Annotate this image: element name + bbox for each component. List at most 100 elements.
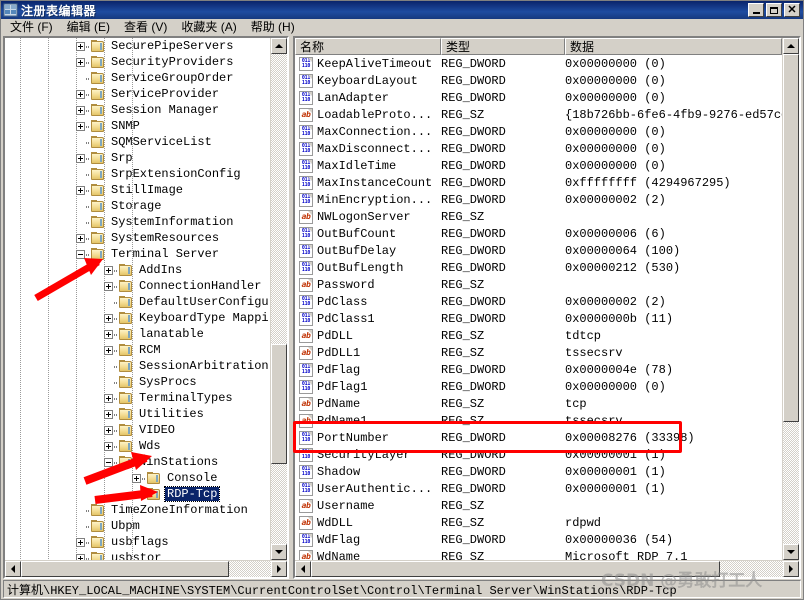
tree-expand-icon[interactable]: [104, 329, 113, 339]
tree-expand-icon[interactable]: [76, 553, 85, 560]
table-row[interactable]: ab WdName REG_SZ Microsoft RDP 7.1: [295, 548, 782, 560]
tree-expand-icon[interactable]: [104, 345, 113, 355]
tree-node-snmp[interactable]: SNMP: [5, 118, 270, 134]
tree-node-srpextensionconfig[interactable]: SrpExtensionConfig: [5, 166, 270, 182]
menu-item-2[interactable]: 查看 (V): [117, 19, 174, 36]
tree-expand-icon[interactable]: [132, 473, 141, 483]
tree-node-securepipeservers[interactable]: SecurePipeServers: [5, 38, 270, 54]
list-scroll-down-button[interactable]: [783, 544, 799, 560]
table-row[interactable]: 011 110 MinEncryption... REG_DWORD 0x0000000…: [295, 191, 782, 208]
table-row[interactable]: 011 110 WdFlag REG_DWORD 0x00000036 (54): [295, 531, 782, 548]
tree-horizontal-scrollbar[interactable]: [5, 560, 287, 577]
list-hscroll-thumb[interactable]: [311, 561, 720, 577]
tree-node-rcm[interactable]: RCM: [5, 342, 270, 358]
menu-item-1[interactable]: 编辑 (E): [60, 19, 117, 36]
table-row[interactable]: 011 110 OutBufDelay REG_DWORD 0x00000064 (10…: [295, 242, 782, 259]
tree-node-serviceprovider[interactable]: ServiceProvider: [5, 86, 270, 102]
list-scroll-track[interactable]: [783, 54, 799, 544]
registry-tree[interactable]: SecurePipeServers SecurityProviders Servic…: [5, 38, 270, 560]
list-vertical-scrollbar[interactable]: [782, 38, 799, 560]
table-row[interactable]: 011 110 PdFlag REG_DWORD 0x0000004e (78): [295, 361, 782, 378]
tree-vertical-scrollbar[interactable]: [270, 38, 287, 560]
menu-item-4[interactable]: 帮助 (H): [244, 19, 302, 36]
tree-collapse-icon[interactable]: [104, 457, 113, 467]
tree-expand-icon[interactable]: [76, 537, 85, 547]
tree-scroll-right-button[interactable]: [271, 561, 287, 577]
tree-expand-icon[interactable]: [76, 41, 85, 51]
tree-node-terminaltypes[interactable]: TerminalTypes: [5, 390, 270, 406]
table-row[interactable]: 011 110 UserAuthentic... REG_DWORD 0x0000000…: [295, 480, 782, 497]
table-row[interactable]: 011 110 MaxConnection... REG_DWORD 0x0000000…: [295, 123, 782, 140]
tree-expand-icon[interactable]: [76, 233, 85, 243]
tree-node-winstations[interactable]: WinStations: [5, 454, 270, 470]
tree-scroll-thumb[interactable]: [271, 344, 287, 464]
minimize-button[interactable]: [748, 3, 764, 17]
table-row[interactable]: 011 110 MaxIdleTime REG_DWORD 0x00000000 (0): [295, 157, 782, 174]
column-header-data[interactable]: 数据: [565, 38, 782, 55]
table-row[interactable]: ab Username REG_SZ: [295, 497, 782, 514]
tree-node-systemresources[interactable]: SystemResources: [5, 230, 270, 246]
tree-expand-icon[interactable]: [104, 265, 113, 275]
list-scroll-up-button[interactable]: [783, 38, 799, 54]
close-button[interactable]: ✕: [784, 3, 800, 17]
list-horizontal-scrollbar[interactable]: [295, 560, 799, 577]
tree-expand-icon[interactable]: [76, 121, 85, 131]
tree-scroll-down-button[interactable]: [271, 544, 287, 560]
table-row[interactable]: 011 110 OutBufCount REG_DWORD 0x00000006 (6): [295, 225, 782, 242]
list-scroll-left-button[interactable]: [295, 561, 311, 577]
tree-node-securityproviders[interactable]: SecurityProviders: [5, 54, 270, 70]
tree-expand-icon[interactable]: [76, 105, 85, 115]
table-row[interactable]: 011 110 KeyboardLayout REG_DWORD 0x00000000 …: [295, 72, 782, 89]
tree-node-ubpm[interactable]: Ubpm: [5, 518, 270, 534]
tree-expand-icon[interactable]: [76, 185, 85, 195]
tree-node-storage[interactable]: Storage: [5, 198, 270, 214]
table-row[interactable]: 011 110 MaxDisconnect... REG_DWORD 0x0000000…: [295, 140, 782, 157]
table-row[interactable]: 011 110 SecurityLayer REG_DWORD 0x00000001 (…: [295, 446, 782, 463]
tree-expand-icon[interactable]: [104, 425, 113, 435]
tree-node-wds[interactable]: Wds: [5, 438, 270, 454]
tree-node-terminal-server[interactable]: Terminal Server: [5, 246, 270, 262]
column-header-type[interactable]: 类型: [441, 38, 565, 55]
tree-node-session-manager[interactable]: Session Manager: [5, 102, 270, 118]
column-header-name[interactable]: 名称: [295, 38, 441, 55]
table-row[interactable]: 011 110 OutBufLength REG_DWORD 0x00000212 (5…: [295, 259, 782, 276]
table-row[interactable]: ab PdName REG_SZ tcp: [295, 395, 782, 412]
table-row[interactable]: 011 110 PortNumber REG_DWORD 0x00008276 (333…: [295, 429, 782, 446]
tree-scroll-left-button[interactable]: [5, 561, 21, 577]
tree-node-timezoneinformation[interactable]: TimeZoneInformation: [5, 502, 270, 518]
tree-expand-icon[interactable]: [76, 153, 85, 163]
list-hscroll-track[interactable]: [311, 561, 783, 577]
tree-node-servicegrouporder[interactable]: ServiceGroupOrder: [5, 70, 270, 86]
tree-node-srp[interactable]: Srp: [5, 150, 270, 166]
tree-node-stillimage[interactable]: StillImage: [5, 182, 270, 198]
table-row[interactable]: 011 110 PdFlag1 REG_DWORD 0x00000000 (0): [295, 378, 782, 395]
title-bar[interactable]: 注册表编辑器 ✕: [1, 1, 803, 19]
tree-expand-icon[interactable]: [104, 281, 113, 291]
tree-expand-icon[interactable]: [104, 313, 113, 323]
tree-expand-icon[interactable]: [104, 393, 113, 403]
tree-expand-icon[interactable]: [76, 89, 85, 99]
registry-values-list[interactable]: 011 110 KeepAliveTimeout REG_DWORD 0x0000000…: [295, 55, 782, 560]
table-row[interactable]: 011 110 KeepAliveTimeout REG_DWORD 0x0000000…: [295, 55, 782, 72]
tree-expand-icon[interactable]: [104, 409, 113, 419]
tree-node-rdp-tcp[interactable]: RDP-Tcp: [5, 486, 270, 502]
tree-node-defaultuserconfigu[interactable]: DefaultUserConfigu: [5, 294, 270, 310]
tree-expand-icon[interactable]: [76, 57, 85, 67]
tree-node-lanatable[interactable]: lanatable: [5, 326, 270, 342]
tree-node-video[interactable]: VIDEO: [5, 422, 270, 438]
table-row[interactable]: ab PdName1 REG_SZ tssecsrv: [295, 412, 782, 429]
maximize-button[interactable]: [766, 3, 782, 17]
tree-node-addins[interactable]: AddIns: [5, 262, 270, 278]
table-row[interactable]: ab Password REG_SZ: [295, 276, 782, 293]
tree-node-sessionarbitration[interactable]: SessionArbitration: [5, 358, 270, 374]
table-row[interactable]: ab LoadableProto... REG_SZ {18b726bb-6fe6-4…: [295, 106, 782, 123]
tree-collapse-icon[interactable]: [76, 249, 85, 259]
tree-node-sqmservicelist[interactable]: SQMServiceList: [5, 134, 270, 150]
table-row[interactable]: 011 110 LanAdapter REG_DWORD 0x00000000 (0): [295, 89, 782, 106]
tree-scroll-track[interactable]: [271, 54, 287, 544]
tree-node-connectionhandler[interactable]: ConnectionHandler: [5, 278, 270, 294]
list-scroll-right-button[interactable]: [783, 561, 799, 577]
tree-expand-icon[interactable]: [104, 441, 113, 451]
table-row[interactable]: ab PdDLL1 REG_SZ tssecsrv: [295, 344, 782, 361]
tree-node-usbflags[interactable]: usbflags: [5, 534, 270, 550]
